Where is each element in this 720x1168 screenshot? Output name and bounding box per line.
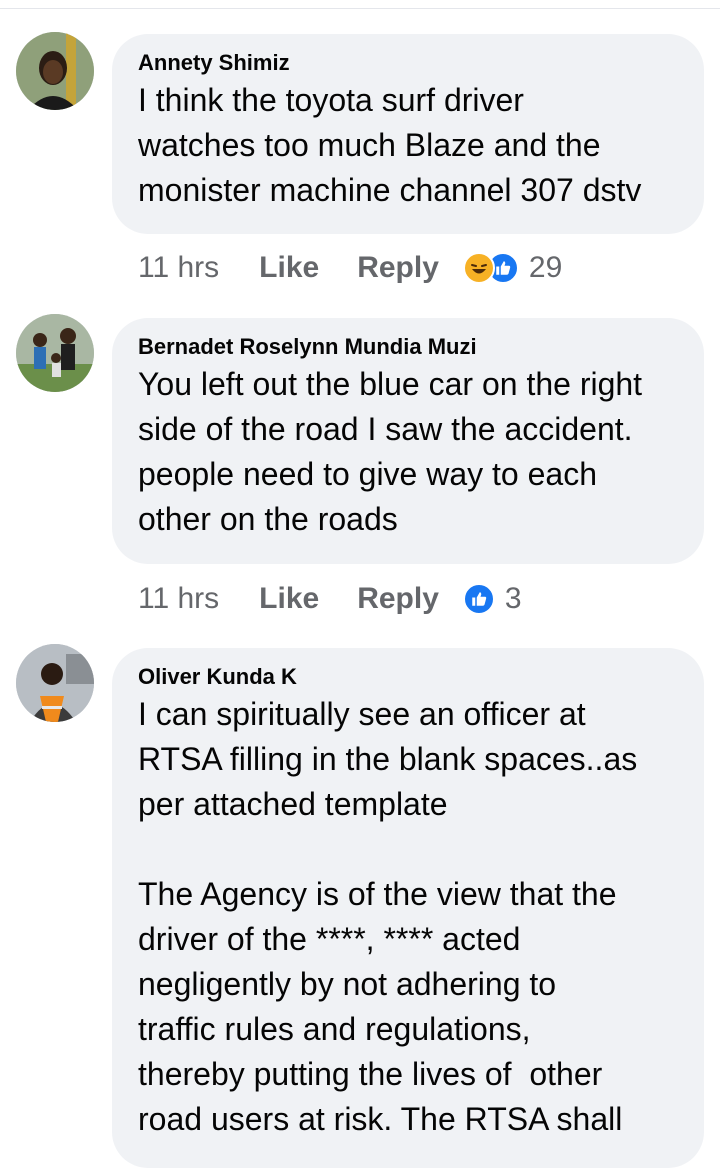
avatar[interactable] <box>16 314 94 392</box>
reaction-count[interactable]: 29 <box>529 251 562 285</box>
comment-text: I can spiritually see an officer at RTSA… <box>138 696 638 1137</box>
comment-author[interactable]: Oliver Kunda K <box>138 662 678 692</box>
avatar[interactable] <box>16 644 94 722</box>
comment-timestamp[interactable]: 11 hrs <box>138 251 219 285</box>
reply-button[interactable]: Reply <box>357 251 439 285</box>
comment-text: You left out the blue car on the right s… <box>138 366 643 537</box>
comment-bubble: Oliver Kunda K I can spiritually see an … <box>112 648 704 1168</box>
comment-author[interactable]: Bernadet Roselynn Mundia Muzi <box>138 332 678 362</box>
comment-timestamp[interactable]: 11 hrs <box>138 582 219 616</box>
comment-bubble: Annety Shimiz I think the toyota surf dr… <box>112 34 704 234</box>
comment-actions: 11 hrs Like Reply 3 <box>138 577 522 621</box>
comment-text: I think the toyota surf driver watches t… <box>138 82 642 208</box>
like-button[interactable]: Like <box>259 582 319 616</box>
avatar[interactable] <box>16 32 94 110</box>
comment-actions: 11 hrs Like Reply 29 <box>138 246 562 290</box>
divider <box>0 8 720 9</box>
haha-icon <box>462 252 495 284</box>
like-icon <box>462 583 495 615</box>
reaction-count[interactable]: 3 <box>505 582 522 616</box>
comment-bubble: Bernadet Roselynn Mundia Muzi You left o… <box>112 318 704 564</box>
reply-button[interactable]: Reply <box>357 582 439 616</box>
reactions[interactable] <box>462 252 519 284</box>
comment-author[interactable]: Annety Shimiz <box>138 48 678 78</box>
like-button[interactable]: Like <box>259 251 319 285</box>
reactions[interactable] <box>462 583 495 615</box>
